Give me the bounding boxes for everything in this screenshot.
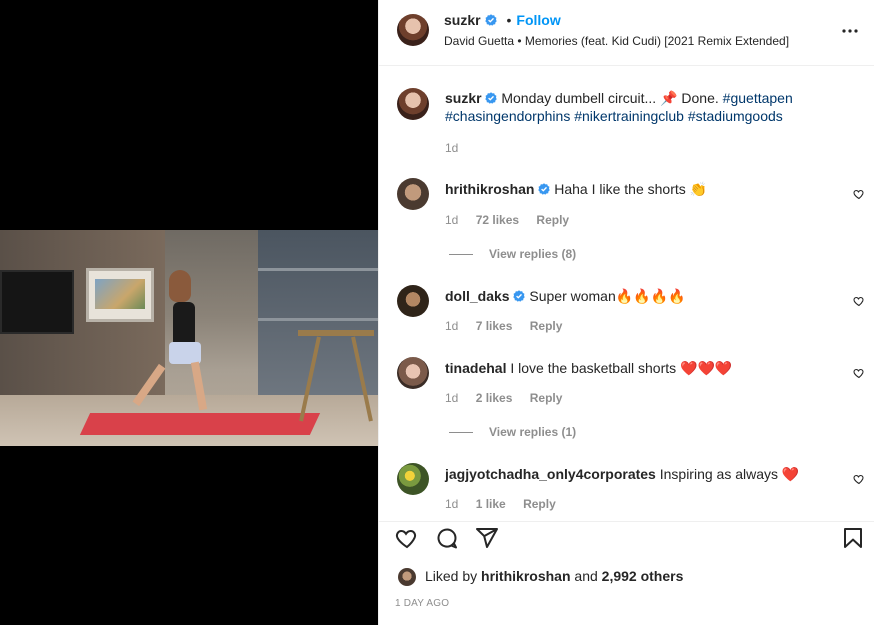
comment-meta: 1d 2 likes Reply [445, 391, 576, 405]
reply-button[interactable]: Reply [523, 497, 556, 511]
video-stool [298, 330, 374, 420]
hashtag-link[interactable]: #nikertrainingclub [574, 108, 684, 124]
avatar[interactable] [397, 285, 429, 317]
video-shelf-line [258, 268, 378, 271]
comment-likes[interactable]: 1 like [476, 497, 506, 511]
hashtag-link[interactable]: #chasingendorphins [445, 108, 570, 124]
liked-by-and: and [574, 568, 598, 584]
avatar[interactable] [397, 357, 429, 389]
liked-by-user[interactable]: hrithikroshan [481, 568, 570, 584]
liked-by-others[interactable]: 2,992 others [602, 568, 684, 584]
avatar[interactable] [397, 178, 429, 210]
header-separator: • [506, 12, 512, 28]
reply-button[interactable]: Reply [530, 391, 563, 405]
view-replies-button[interactable]: View replies (1) [449, 425, 576, 439]
comment-text: tinadehal I love the basketball shorts ❤… [445, 359, 825, 377]
comment-like-heart-icon[interactable] [853, 367, 865, 379]
liked-by-prefix: Liked by [425, 568, 478, 584]
comment-meta: 1d 1 like Reply [445, 497, 570, 511]
comment-text: hrithikroshan Haha I like the shorts 👏 [445, 180, 825, 198]
caption-time: 1d [445, 141, 459, 155]
comment-likes[interactable]: 7 likes [476, 319, 513, 333]
comment-time: 1d [445, 319, 459, 333]
comment-text: doll_daks Super woman🔥🔥🔥🔥 [445, 287, 825, 305]
comment-username[interactable]: hrithikroshan [445, 181, 534, 197]
video-tv [0, 270, 74, 334]
video-painting [86, 268, 154, 322]
avatar[interactable] [397, 463, 429, 495]
verified-badge-icon [485, 92, 498, 104]
comment-time: 1d [445, 391, 459, 405]
follow-button[interactable]: Follow [516, 12, 560, 28]
video-exercise-mat [79, 413, 321, 435]
post-video[interactable] [0, 230, 378, 446]
comment-like-heart-icon[interactable] [853, 473, 865, 485]
video-shelf-line [258, 318, 378, 321]
comment-time: 1d [445, 213, 459, 227]
caption-username[interactable]: suzkr [445, 90, 482, 106]
post-actions: Liked by hrithikroshan and 2,992 others … [379, 521, 874, 625]
paper-plane-icon[interactable] [475, 526, 499, 550]
avatar[interactable] [397, 14, 429, 46]
comment-meta: 1d 72 likes Reply [445, 213, 583, 227]
header-title-row: suzkr • Follow [444, 12, 561, 30]
post-username[interactable]: suzkr [444, 12, 481, 28]
comment-time: 1d [445, 497, 459, 511]
view-replies-button[interactable]: View replies (8) [449, 247, 576, 261]
avatar[interactable] [397, 88, 429, 120]
verified-badge-icon [513, 290, 526, 302]
verified-badge-icon [485, 14, 497, 26]
heart-icon[interactable] [395, 526, 419, 550]
comments-list[interactable]: suzkr Monday dumbell circuit... 📌 Done. … [379, 67, 874, 521]
comment-username[interactable]: doll_daks [445, 288, 510, 304]
comment-username[interactable]: tinadehal [445, 360, 506, 376]
liked-by-avatar[interactable] [398, 568, 416, 586]
comment-like-heart-icon[interactable] [853, 188, 865, 200]
caption-meta: 1d [445, 141, 472, 155]
comment-bubble-icon[interactable] [435, 526, 459, 550]
bookmark-icon[interactable] [841, 526, 865, 550]
comment-text: jagjyotchadha_only4corporates Inspiring … [445, 465, 825, 483]
audio-track-link[interactable]: David Guetta • Memories (feat. Kid Cudi)… [444, 34, 789, 48]
comment-body: I love the basketball shorts ❤️❤️❤️ [510, 360, 733, 376]
comment-body: Super woman🔥🔥🔥🔥 [529, 288, 686, 304]
hashtag-link[interactable]: #stadiumgoods [688, 108, 783, 124]
post-timestamp: 1 DAY AGO [395, 598, 450, 609]
verified-badge-icon [538, 183, 551, 195]
post-detail-panel: suzkr • Follow David Guetta • Memories (f… [378, 0, 874, 625]
comment-body: Inspiring as always ❤️ [659, 466, 800, 482]
liked-by-summary[interactable]: Liked by hrithikroshan and 2,992 others [425, 568, 683, 584]
hashtag-link[interactable]: #guettapen [723, 90, 793, 106]
comment-username[interactable]: jagjyotchadha_only4corporates [445, 466, 656, 482]
comment-meta: 1d 7 likes Reply [445, 319, 576, 333]
comment-like-heart-icon[interactable] [853, 295, 865, 307]
post-header: suzkr • Follow David Guetta • Memories (f… [379, 0, 874, 66]
video-person [132, 270, 208, 420]
comment-body: Haha I like the shorts 👏 [554, 181, 708, 197]
reply-button[interactable]: Reply [530, 319, 563, 333]
comment-likes[interactable]: 2 likes [476, 391, 513, 405]
reply-button[interactable]: Reply [536, 213, 569, 227]
caption-body: Monday dumbell circuit... 📌 Done. [501, 90, 719, 106]
more-options-icon[interactable] [841, 28, 859, 34]
comment-likes[interactable]: 72 likes [476, 213, 519, 227]
caption-text: suzkr Monday dumbell circuit... 📌 Done. … [445, 89, 825, 125]
post-media[interactable] [0, 0, 378, 625]
